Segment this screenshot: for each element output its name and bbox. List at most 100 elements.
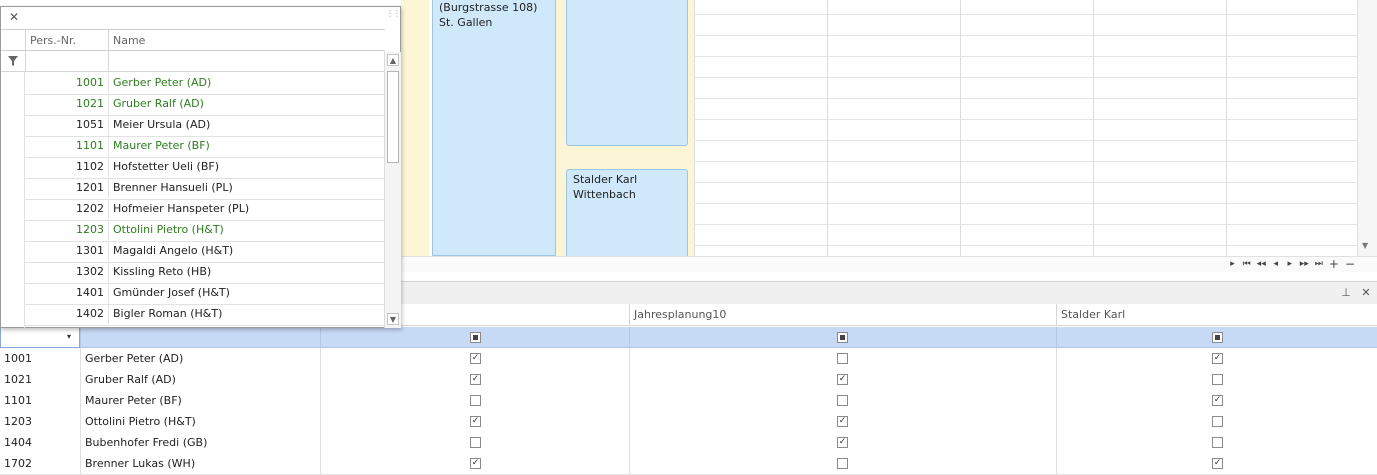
table-row[interactable]: 1203 Ottolini Pietro (H&T) ✓ ✓ (0, 411, 1377, 433)
unchecked-checkbox[interactable] (1212, 416, 1223, 427)
filter-id-input[interactable] (25, 51, 108, 72)
table-row[interactable]: 1001 Gerber Peter (AD) ✓ ✓ (0, 348, 1377, 370)
check-cell[interactable]: ✓ (1056, 390, 1377, 411)
nav-prev-icon[interactable]: ◂ (1272, 259, 1280, 269)
lookup-row[interactable]: 1401 Gmünder Josef (H&T) (25, 283, 385, 305)
check-cell[interactable] (629, 453, 1056, 474)
checked-checkbox[interactable]: ✓ (837, 437, 848, 448)
scheduler-vscroll[interactable]: ▼ (1358, 0, 1377, 256)
checked-checkbox[interactable]: ✓ (470, 416, 481, 427)
filter-cell[interactable] (629, 327, 1056, 348)
check-cell[interactable] (1056, 411, 1377, 432)
column-header-name[interactable]: Name (108, 30, 385, 51)
check-cell[interactable] (1056, 369, 1377, 390)
pers-nr-cell: 1302 (76, 265, 104, 278)
appointment-stalder[interactable]: Stalder Karl Wittenbach (566, 169, 688, 256)
checked-checkbox[interactable]: ✓ (470, 374, 481, 385)
resize-grip-icon[interactable]: ⋮⋮ (386, 10, 401, 21)
nav-last-icon[interactable]: ⏭ (1315, 259, 1323, 269)
pin-icon[interactable]: ⊥ (1339, 286, 1353, 300)
lookup-row[interactable]: 1021 Gruber Ralf (AD) (25, 94, 385, 116)
scheduler-time-grid[interactable] (694, 0, 1358, 256)
appointment-block-large[interactable]: (Burgstrasse 108) St. Gallen (432, 0, 556, 256)
scroll-down-icon[interactable]: ▼ (387, 313, 399, 325)
scroll-down-icon[interactable]: ▼ (1362, 242, 1372, 250)
chevron-down-icon[interactable]: ▾ (67, 332, 71, 341)
filter-cell[interactable] (320, 327, 629, 348)
column-header-jahresplanung[interactable]: Jahresplanung10 (629, 304, 1056, 326)
lookup-filter-row[interactable] (1, 51, 385, 72)
lookup-row[interactable]: 1101 Maurer Peter (BF) (25, 136, 385, 158)
checked-checkbox[interactable]: ✓ (1212, 458, 1223, 469)
person-lookup-popup[interactable]: ✕ ⋮⋮ Pers.-Nr. Name 1001 Gerber Peter (AD… (0, 6, 401, 328)
check-cell[interactable] (1056, 432, 1377, 453)
nav-right-icon[interactable]: ▸ (1229, 259, 1237, 269)
check-cell[interactable]: ✓ (320, 369, 629, 390)
unchecked-checkbox[interactable] (1212, 437, 1223, 448)
check-cell[interactable]: ✓ (629, 432, 1056, 453)
lookup-row[interactable]: 1201 Brenner Hansueli (PL) (25, 178, 385, 200)
row-indicator-column (1, 72, 25, 328)
lookup-row[interactable]: 1051 Meier Ursula (AD) (25, 115, 385, 137)
unchecked-checkbox[interactable] (470, 437, 481, 448)
filter-checkbox[interactable] (470, 332, 481, 343)
filter-checkbox[interactable] (837, 332, 848, 343)
nav-next-icon[interactable]: ▸ (1286, 259, 1294, 269)
table-row[interactable]: 1021 Gruber Ralf (AD) ✓ ✓ (0, 369, 1377, 391)
unchecked-checkbox[interactable] (837, 353, 848, 364)
lookup-row[interactable]: 1203 Ottolini Pietro (H&T) (25, 220, 385, 242)
checked-checkbox[interactable]: ✓ (1212, 395, 1223, 406)
lookup-row[interactable]: 1001 Gerber Peter (AD) (25, 73, 385, 95)
checked-checkbox[interactable]: ✓ (470, 353, 481, 364)
checked-checkbox[interactable]: ✓ (470, 458, 481, 469)
nav-next-page-icon[interactable]: ▸▸ (1300, 259, 1309, 269)
column-header-stalder[interactable]: Stalder Karl (1056, 304, 1377, 326)
lookup-row[interactable]: 1302 Kissling Reto (HB) (25, 262, 385, 284)
check-cell[interactable] (629, 390, 1056, 411)
filter-name-input[interactable] (108, 51, 385, 72)
check-cell[interactable]: ✓ (1056, 348, 1377, 369)
filter-cell[interactable] (80, 327, 320, 348)
unchecked-checkbox[interactable] (1212, 374, 1223, 385)
id-cell: 1404 (4, 436, 32, 449)
nav-prev-page-icon[interactable]: ◂◂ (1257, 259, 1266, 269)
filter-checkbox[interactable] (1212, 332, 1223, 343)
scheduler-day-column[interactable] (401, 0, 429, 256)
appointment-block[interactable] (566, 0, 688, 146)
lookup-row[interactable]: 1202 Hofmeier Hanspeter (PL) (25, 199, 385, 221)
add-icon[interactable]: + (1329, 257, 1339, 271)
nav-first-icon[interactable]: ⏮ (1243, 259, 1251, 269)
check-cell[interactable] (320, 390, 629, 411)
unchecked-checkbox[interactable] (470, 395, 481, 406)
filter-cell[interactable] (1056, 327, 1377, 348)
table-row[interactable]: 1101 Maurer Peter (BF) ✓ (0, 390, 1377, 412)
appointment-line: (Burgstrasse 108) (439, 1, 538, 14)
unchecked-checkbox[interactable] (837, 395, 848, 406)
lookup-row[interactable]: 1102 Hofstetter Ueli (BF) (25, 157, 385, 179)
column-header-pers-nr[interactable]: Pers.-Nr. (25, 30, 108, 51)
checked-checkbox[interactable]: ✓ (837, 416, 848, 427)
check-cell[interactable]: ✓ (320, 453, 629, 474)
check-cell[interactable]: ✓ (629, 369, 1056, 390)
id-cell: 1101 (4, 394, 32, 407)
remove-icon[interactable]: − (1345, 257, 1355, 271)
unchecked-checkbox[interactable] (837, 458, 848, 469)
table-row[interactable]: 1404 Bubenhofer Fredi (GB) ✓ (0, 432, 1377, 454)
checked-checkbox[interactable]: ✓ (1212, 353, 1223, 364)
appointment-line: Wittenbach (573, 188, 636, 201)
check-cell[interactable] (320, 432, 629, 453)
table-row[interactable]: 1702 Brenner Lukas (WH) ✓ ✓ (0, 453, 1377, 475)
close-icon[interactable]: ✕ (9, 11, 21, 23)
check-cell[interactable]: ✓ (1056, 453, 1377, 474)
checked-checkbox[interactable]: ✓ (837, 374, 848, 385)
close-icon[interactable]: ✕ (1359, 286, 1373, 300)
lookup-row[interactable]: 1402 Bigler Roman (H&T) (25, 304, 385, 326)
filter-dropdown[interactable]: ▾ (0, 327, 80, 348)
check-cell[interactable]: ✓ (320, 348, 629, 369)
check-cell[interactable] (629, 348, 1056, 369)
check-cell[interactable]: ✓ (629, 411, 1056, 432)
scroll-up-icon[interactable]: ▲ (387, 54, 399, 66)
scroll-thumb[interactable] (387, 71, 399, 163)
lookup-row[interactable]: 1301 Magaldi Angelo (H&T) (25, 241, 385, 263)
check-cell[interactable]: ✓ (320, 411, 629, 432)
